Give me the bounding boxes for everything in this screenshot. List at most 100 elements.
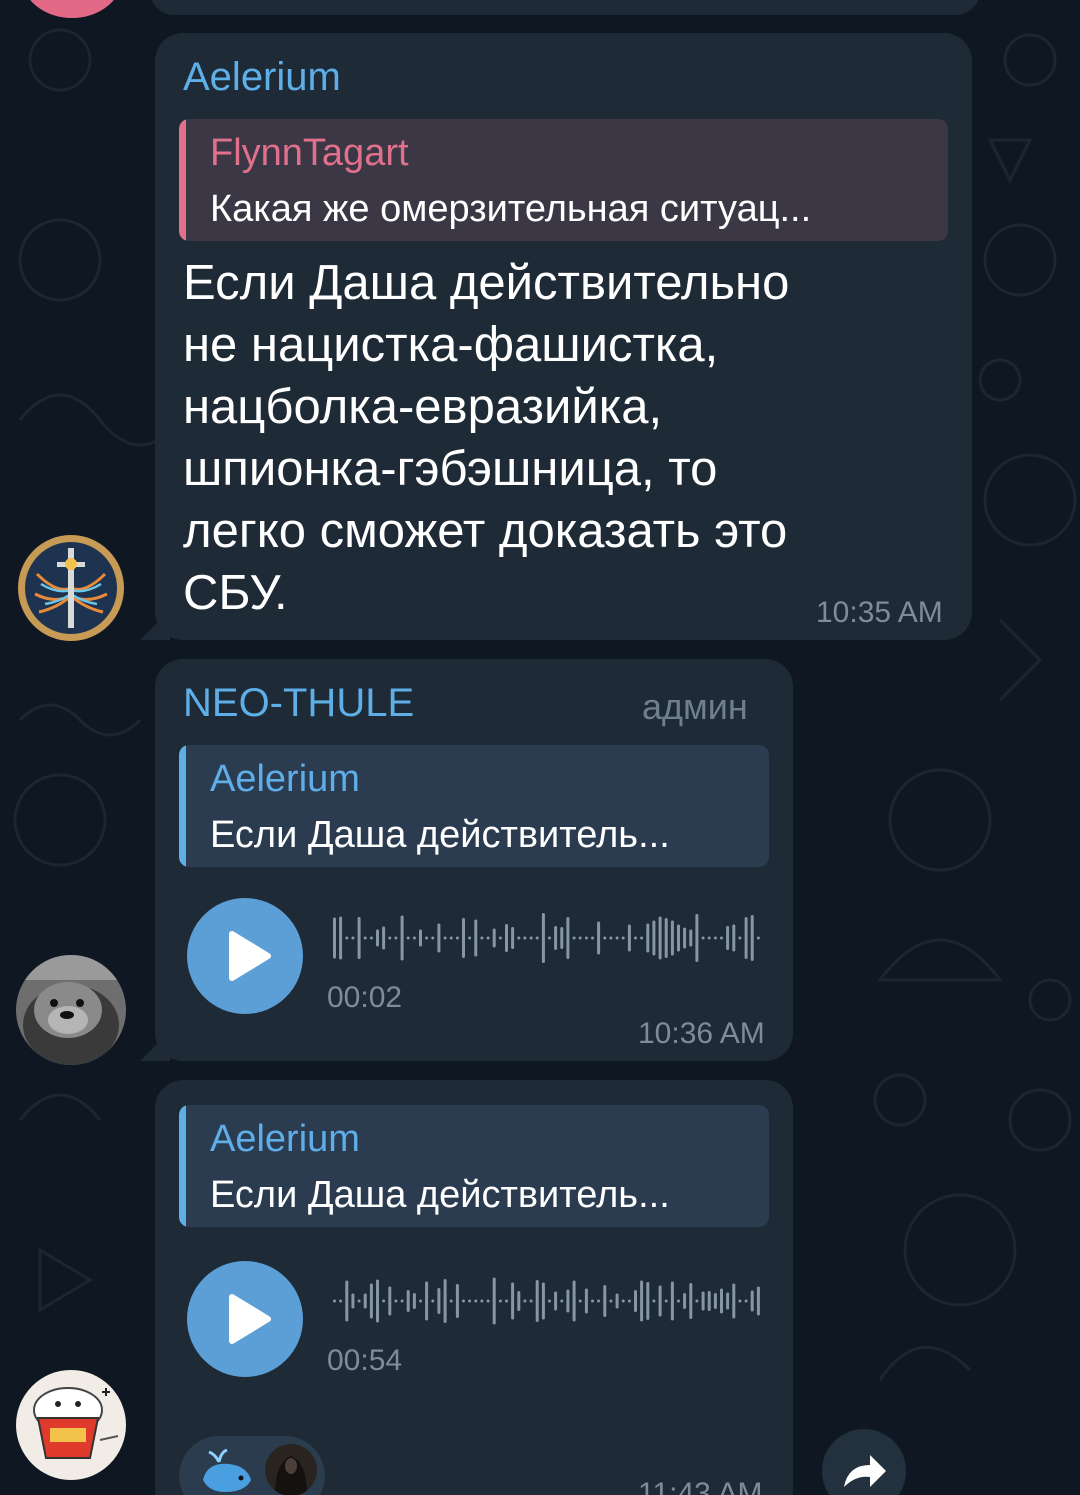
waveform-bar: [455, 1284, 459, 1318]
waveform-bar: [646, 923, 650, 953]
reply-author: Aelerium: [210, 1118, 360, 1160]
waveform-bar: [419, 929, 422, 947]
waveform-bar: [511, 1282, 515, 1320]
waveform-bar: [455, 936, 459, 940]
message-line: не нацистка-фашистка,: [183, 318, 719, 372]
waveform-bar: [720, 1288, 723, 1314]
waveform-bar: [498, 936, 502, 940]
waveform-bar: [523, 1299, 527, 1303]
waveform-bar: [677, 924, 680, 952]
reaction-chip[interactable]: [179, 1436, 325, 1495]
waveform-bar: [603, 936, 607, 940]
waveform-bar: [701, 1291, 705, 1311]
waveform-bar: [339, 916, 343, 960]
waveform-bar: [333, 1299, 336, 1303]
play-button[interactable]: [187, 1261, 303, 1377]
waveform-bar: [412, 936, 416, 940]
waveform-bar: [468, 936, 472, 940]
waveform-bar: [683, 1293, 687, 1309]
message-time: 11:43 AM: [638, 1477, 763, 1495]
waveform-bar: [689, 1283, 693, 1319]
waveform-bar: [535, 936, 539, 940]
reply-accent-bar: [179, 1105, 186, 1227]
play-button[interactable]: [187, 898, 303, 1014]
waveform-bar: [425, 1281, 429, 1321]
waveform-bar: [566, 1289, 570, 1313]
waveform-bar: [640, 936, 644, 940]
waveform-bar: [750, 1290, 754, 1312]
waveform-bar: [750, 915, 754, 961]
waveform-bar: [394, 936, 398, 940]
waveform-bar: [695, 914, 699, 962]
waveform-bar: [437, 1288, 441, 1314]
waveform-bar: [756, 936, 760, 940]
waveform-bar: [406, 936, 410, 940]
waveform-bar: [621, 936, 625, 940]
waveform-bar: [572, 1280, 576, 1322]
waveform-bar: [339, 1299, 343, 1303]
waveform-bar: [529, 936, 533, 940]
play-icon: [229, 931, 271, 981]
waveform-bar: [369, 1283, 373, 1319]
voice-duration: 00:02: [327, 981, 403, 1014]
message-time: 10:36 AM: [638, 1017, 765, 1050]
waveform-bar: [726, 926, 730, 950]
waveform-bar: [578, 936, 582, 940]
waveform-bar: [634, 936, 637, 940]
waveform-bar: [658, 916, 662, 960]
waveform-bar: [376, 1279, 379, 1323]
reply-preview[interactable]: Aelerium Если Даша действитель...: [179, 745, 769, 867]
waveform-bar: [369, 936, 373, 940]
reply-text: Если Даша действитель...: [210, 1174, 670, 1216]
waveform-bar: [437, 923, 441, 953]
waveform-bar: [333, 917, 336, 959]
waveform-bar: [707, 1291, 711, 1311]
forward-button[interactable]: [822, 1429, 906, 1495]
waveform-bar: [640, 1280, 644, 1322]
previous-message-bubble[interactable]: [150, 0, 980, 15]
waveform-bar: [345, 936, 349, 940]
waveform-bar: [566, 917, 570, 959]
waveform-bar: [443, 1279, 447, 1323]
waveform-bar: [732, 924, 736, 952]
message-line: Если Даша действительно: [183, 256, 790, 310]
sender-name[interactable]: Aelerium: [183, 55, 341, 100]
waveform-bar: [701, 936, 705, 940]
waveform-bar: [449, 1299, 453, 1303]
waveform-bar: [603, 1285, 607, 1317]
avatar-user[interactable]: [16, 1370, 126, 1480]
waveform-bar: [443, 936, 447, 940]
reply-accent-bar: [179, 119, 186, 241]
waveform-bar: [345, 1280, 349, 1322]
waveform-bar: [474, 1299, 478, 1303]
waveform-bar: [707, 936, 711, 940]
waveform-bar: [554, 1291, 558, 1311]
reply-accent-bar: [179, 745, 186, 867]
waveform-bar: [425, 936, 429, 940]
reply-preview[interactable]: Aelerium Если Даша действитель...: [179, 1105, 769, 1227]
waveform-bar: [615, 936, 619, 940]
waveform-bar: [505, 924, 508, 952]
waveform-bar: [627, 1299, 631, 1303]
sender-name[interactable]: NEO-THULE: [183, 681, 414, 726]
voice-waveform[interactable]: [333, 1271, 763, 1331]
waveform-bar: [683, 927, 687, 949]
waveform-bar: [670, 920, 674, 956]
waveform-bar: [486, 936, 490, 940]
voice-waveform[interactable]: [333, 908, 763, 968]
message-line: СБУ.: [183, 566, 288, 620]
waveform-bar: [615, 1293, 619, 1309]
waveform-bar: [498, 1299, 502, 1303]
waveform-bar: [738, 1299, 742, 1303]
avatar-aelerium[interactable]: [17, 534, 125, 642]
waveform-bar: [713, 936, 717, 940]
avatar-neo-thule[interactable]: [16, 955, 126, 1065]
waveform-bar: [419, 1299, 422, 1303]
waveform-bar: [511, 927, 515, 949]
message-line: легко сможет доказать это: [183, 504, 788, 558]
waveform-bar: [627, 924, 631, 952]
reply-preview[interactable]: FlynnTagart Какая же омерзительная ситуа…: [179, 119, 948, 241]
waveform-bar: [738, 936, 742, 940]
waveform-bar: [560, 927, 564, 949]
waveform-bar: [646, 1282, 650, 1320]
